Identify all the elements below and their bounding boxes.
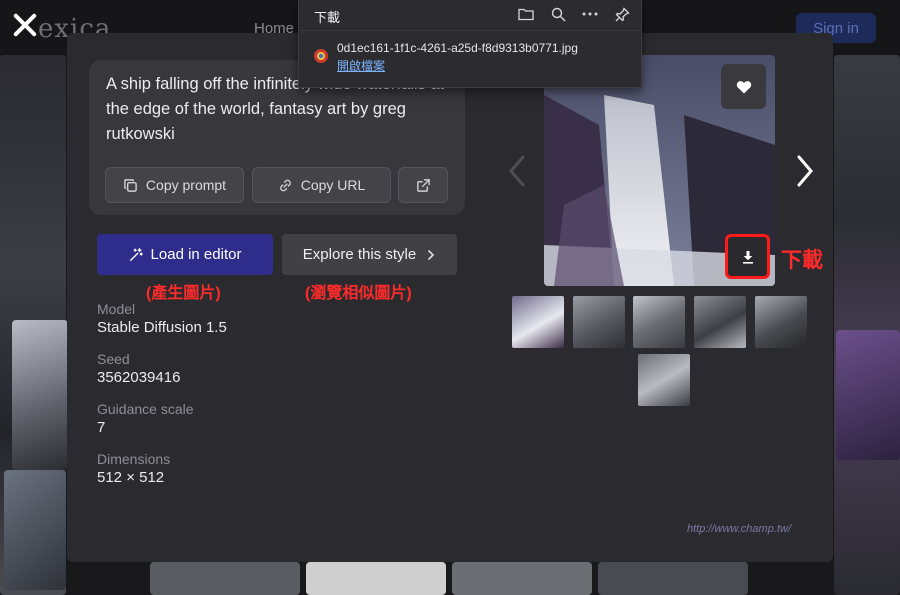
- dimensions-value: 512 × 512: [97, 469, 165, 486]
- pin-icon[interactable]: [613, 5, 631, 23]
- explore-style-button[interactable]: Explore this style: [282, 234, 457, 275]
- thumbnail-image[interactable]: [573, 296, 625, 348]
- copy-prompt-label: Copy prompt: [145, 177, 227, 193]
- folder-icon[interactable]: [517, 5, 535, 23]
- image-detail-modal: A ship falling off the infinitely wide w…: [67, 33, 833, 562]
- open-file-link[interactable]: 開啟檔案: [337, 57, 385, 74]
- guidance-label: Guidance scale: [97, 401, 194, 417]
- seed-value: 3562039416: [97, 369, 181, 386]
- downloaded-file-name: 0d1ec161-1f1c-4261-a25d-f8d9313b0771.jpg: [337, 41, 578, 55]
- download-image-button[interactable]: [725, 234, 770, 279]
- thumbnail-image[interactable]: [755, 296, 807, 348]
- guidance-value: 7: [97, 419, 106, 436]
- download-icon: [742, 250, 753, 264]
- like-button[interactable]: [721, 64, 766, 109]
- watermark-text: http://www.champ.tw/: [687, 523, 791, 535]
- copy-prompt-button[interactable]: Copy prompt: [105, 167, 244, 203]
- chevron-right-icon: [428, 249, 435, 260]
- download-panel-title: 下載: [314, 10, 341, 25]
- heart-icon: [736, 80, 751, 93]
- search-icon[interactable]: [549, 5, 567, 23]
- model-value: Stable Diffusion 1.5: [97, 319, 227, 336]
- file-icon: [314, 49, 328, 63]
- link-icon: [279, 179, 291, 191]
- seed-label: Seed: [97, 351, 130, 367]
- magic-wand-icon: [129, 247, 143, 261]
- explore-style-label: Explore this style: [302, 246, 417, 263]
- thumbnail-image[interactable]: [694, 296, 746, 348]
- thumbnail-image[interactable]: [633, 296, 685, 348]
- chevron-right-icon[interactable]: [791, 151, 817, 191]
- external-link-icon: [416, 178, 430, 192]
- open-external-button[interactable]: [398, 167, 448, 203]
- dimensions-label: Dimensions: [97, 451, 171, 467]
- annotation-download: 下載: [781, 249, 823, 272]
- thumbnail-image[interactable]: [512, 296, 564, 348]
- more-icon[interactable]: [581, 5, 599, 23]
- annotation-explore-style: (瀏覽相似圖片): [305, 285, 412, 302]
- thumbnail-image[interactable]: [638, 354, 690, 406]
- load-in-editor-label: Load in editor: [150, 246, 242, 263]
- annotation-load-editor: (產生圖片): [146, 285, 221, 302]
- download-panel-toolbar: [517, 5, 631, 23]
- copy-url-button[interactable]: Copy URL: [252, 167, 391, 203]
- copy-icon: [124, 178, 137, 192]
- model-label: Model: [97, 301, 136, 317]
- close-icon[interactable]: [10, 10, 40, 40]
- copy-url-label: Copy URL: [300, 177, 366, 193]
- chevron-left-icon[interactable]: [505, 151, 531, 191]
- browser-download-panel: 下載 0d1ec161-1f1c-4261-a25d-f8d9313b0771.…: [298, 0, 642, 88]
- load-in-editor-button[interactable]: Load in editor: [97, 234, 273, 275]
